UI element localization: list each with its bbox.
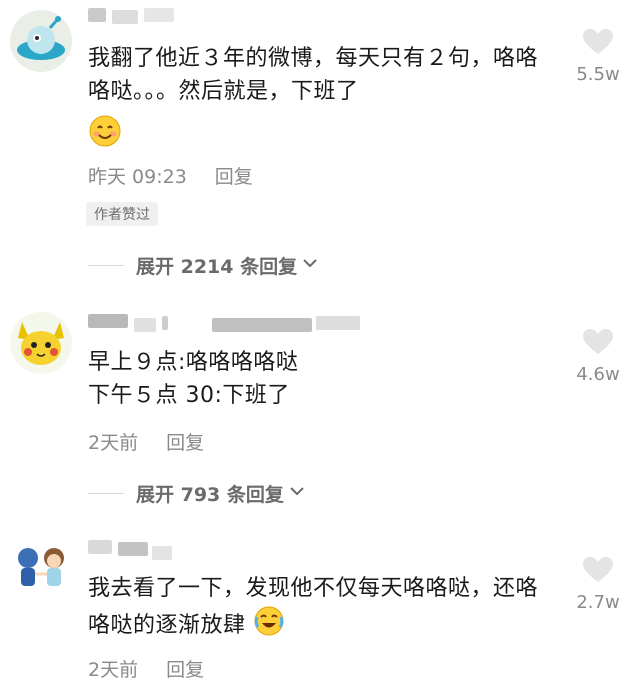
like-count: 5.5w <box>576 64 620 85</box>
ufo-alien-avatar-icon <box>10 10 72 72</box>
reply-button[interactable]: 回复 <box>166 432 204 454</box>
crying-laugh-face-icon <box>253 605 285 647</box>
comment-meta: 2天前 回复 <box>88 428 204 455</box>
heart-icon <box>583 29 613 54</box>
comment-meta: 昨天 09:23 回复 <box>88 162 253 189</box>
avatar[interactable] <box>10 538 72 600</box>
author-liked-badge: 作者赞过 <box>86 202 158 226</box>
heart-icon <box>583 329 613 354</box>
like-button[interactable]: 4.6w <box>568 328 628 385</box>
like-button[interactable]: 2.7w <box>568 556 628 613</box>
couple-cartoon-avatar-icon <box>10 538 72 600</box>
like-button[interactable]: 5.5w <box>568 28 628 85</box>
heart-icon <box>583 557 613 582</box>
pikachu-avatar-icon <box>10 312 72 374</box>
like-count: 2.7w <box>576 592 620 613</box>
comment-text: 我去看了一下，发现他不仅每天咯咯哒，还咯咯哒的逐渐放肆 <box>88 572 548 647</box>
avatar[interactable] <box>10 312 72 374</box>
chevron-down-icon <box>288 482 306 505</box>
timestamp: 2天前 <box>88 659 139 681</box>
divider <box>88 265 124 266</box>
smiling-face-icon <box>88 114 122 158</box>
like-count: 4.6w <box>576 364 620 385</box>
reply-button[interactable]: 回复 <box>166 659 204 681</box>
reply-button[interactable]: 回复 <box>215 166 253 188</box>
comment-text: 早上９点:咯咯咯咯哒 下午５点 30:下班了 <box>88 350 299 408</box>
avatar[interactable] <box>10 10 72 72</box>
expand-replies-button[interactable]: 展开 793 条回复 <box>88 480 306 507</box>
timestamp: 昨天 09:23 <box>88 166 187 188</box>
chevron-down-icon <box>301 254 319 277</box>
timestamp: 2天前 <box>88 432 139 454</box>
comment-meta: 2天前 回复 <box>88 655 204 682</box>
expand-replies-button[interactable]: 展开 2214 条回复 <box>88 252 319 279</box>
comment-text: 我翻了他近３年的微博，每天只有２句，咯咯咯哒。。。然后就是，下班了 <box>88 42 548 158</box>
divider <box>88 493 124 494</box>
